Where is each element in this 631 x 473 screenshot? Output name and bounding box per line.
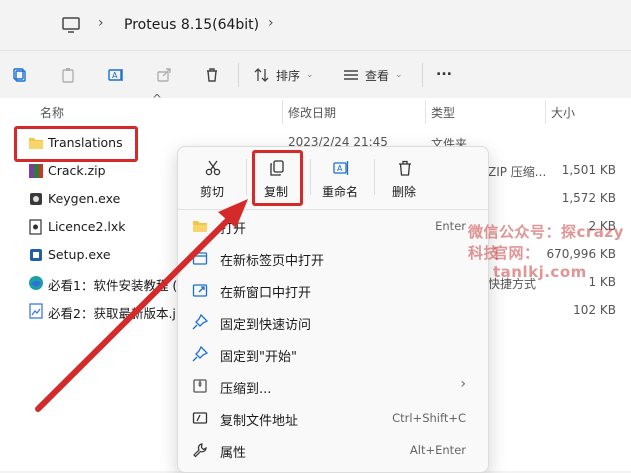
annotation-arrow (35, 199, 248, 412)
